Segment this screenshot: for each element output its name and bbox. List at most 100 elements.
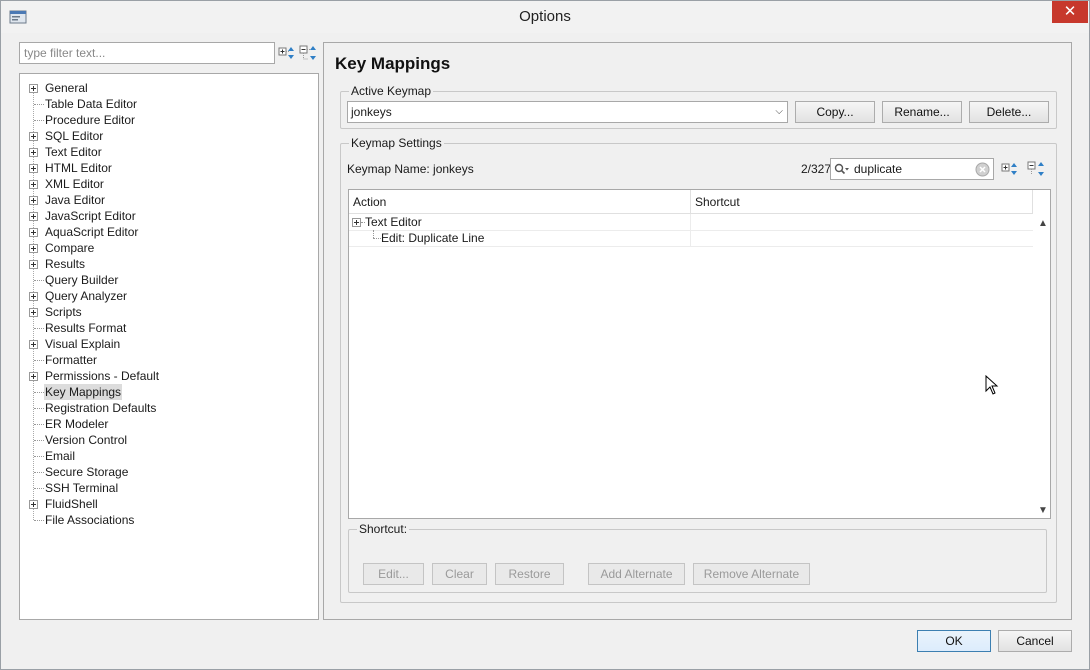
collapse-all-icon[interactable] (1027, 160, 1045, 178)
tree-item-label: Query Builder (45, 273, 119, 287)
tree-connector (34, 488, 44, 489)
tree-item-label: SSH Terminal (45, 481, 119, 495)
shortcut-group: Shortcut: Edit... Clear Restore Add Alte… (348, 522, 1047, 593)
tree-item-label: Formatter (45, 353, 98, 367)
mouse-cursor-icon (985, 375, 999, 395)
tree-item-label: Results Format (45, 321, 127, 335)
tree-item-label: Email (45, 449, 76, 463)
tree-item-label: ER Modeler (45, 417, 109, 431)
chevron-down-icon: ⌵ (775, 106, 783, 117)
window-title: Options (519, 8, 571, 25)
expand-toggle-icon[interactable] (29, 308, 38, 317)
expand-toggle-icon[interactable] (29, 292, 38, 301)
expand-toggle-icon[interactable] (29, 148, 38, 157)
tree-item-label: General (45, 81, 88, 95)
delete-button[interactable]: Delete... (969, 101, 1049, 123)
keymap-settings-legend: Keymap Settings (349, 136, 444, 150)
tree-connector (34, 104, 44, 105)
expand-toggle-icon[interactable] (29, 196, 38, 205)
tree-item-label: XML Editor (45, 177, 104, 191)
ok-button[interactable]: OK (917, 630, 991, 652)
tree-item-label: JavaScript Editor (45, 209, 136, 223)
expand-toggle-icon[interactable] (29, 164, 38, 173)
rename-button[interactable]: Rename... (882, 101, 962, 123)
tree-connector (34, 440, 44, 441)
tree-connector (34, 408, 44, 409)
expand-toggle-icon[interactable] (29, 84, 38, 93)
tree-item-label: AquaScript Editor (45, 225, 139, 239)
tree-item-label: Query Analyzer (45, 289, 128, 303)
remove-alternate-button[interactable]: Remove Alternate (693, 563, 810, 585)
table-row[interactable]: Text Editor (349, 214, 1033, 230)
page-title: Key Mappings (335, 54, 451, 73)
clear-search-icon[interactable] (975, 162, 990, 177)
keymap-search-field[interactable]: duplicate (830, 158, 994, 180)
tree-item-label: Procedure Editor (45, 113, 136, 127)
tree-connector (34, 120, 44, 121)
scroll-up-icon[interactable]: ▲ (1036, 218, 1050, 229)
close-button[interactable]: ✕ (1052, 1, 1088, 23)
expand-toggle-icon[interactable] (29, 500, 38, 509)
active-keymap-group: Active Keymap jonkeys ⌵ Copy... Rename..… (340, 84, 1057, 129)
table-row[interactable]: Edit: Duplicate Line (349, 230, 1033, 246)
expand-toggle-icon[interactable] (29, 180, 38, 189)
tree-item-label: Key Mappings (44, 384, 123, 400)
keymap-search-value: duplicate (854, 162, 903, 176)
tree-connector (34, 280, 44, 281)
tree-connector (34, 328, 44, 329)
keymap-settings-group: Keymap Settings Keymap Name: jonkeys 2/3… (340, 136, 1057, 603)
tree-item-label: Java Editor (45, 193, 106, 207)
tree-connector (34, 360, 44, 361)
options-window: Options ✕ General Table Data Editor Proced… (0, 0, 1090, 670)
expand-toggle-icon[interactable] (29, 372, 38, 381)
key-mappings-table: Action Shortcut Text Editor Edit: Duplic… (348, 189, 1051, 519)
match-count: 2/327 (801, 162, 832, 176)
clear-shortcut-button[interactable]: Clear (432, 563, 487, 585)
tree-item-label: Scripts (45, 305, 82, 319)
tree-connector (34, 424, 44, 425)
edit-shortcut-button[interactable]: Edit... (363, 563, 424, 585)
expand-all-icon[interactable] (1001, 160, 1019, 178)
copy-button[interactable]: Copy... (795, 101, 875, 123)
search-icon[interactable] (834, 163, 850, 176)
collapse-toggle-icon[interactable] (352, 218, 361, 227)
tree-item-label: SQL Editor (45, 129, 104, 143)
action-cell: Text Editor (365, 215, 422, 229)
tree-connector (373, 230, 374, 238)
column-header-action[interactable]: Action (349, 190, 691, 214)
expand-toggle-icon[interactable] (29, 132, 38, 141)
tree-item-label: Visual Explain (45, 337, 121, 351)
tree-connector (34, 456, 44, 457)
tree-item-label: FluidShell (45, 497, 98, 511)
expand-toggle-icon[interactable] (29, 228, 38, 237)
keymap-name-label: Keymap Name: jonkeys (347, 162, 474, 176)
restore-shortcut-button[interactable]: Restore (495, 563, 564, 585)
tree-item-label: Version Control (45, 433, 128, 447)
tree-item-label: Permissions - Default (45, 369, 160, 383)
expand-all-icon[interactable] (278, 44, 296, 62)
row-separator (349, 246, 1033, 247)
column-header-shortcut[interactable]: Shortcut (691, 190, 1033, 214)
expand-toggle-icon[interactable] (29, 340, 38, 349)
expand-toggle-icon[interactable] (29, 244, 38, 253)
expand-toggle-icon[interactable] (29, 212, 38, 221)
add-alternate-button[interactable]: Add Alternate (588, 563, 685, 585)
keymap-select-value: jonkeys (351, 105, 392, 119)
collapse-all-icon[interactable] (299, 44, 317, 62)
tree-item-label: Results (45, 257, 86, 271)
options-tree: General Table Data Editor Procedure Editor… (19, 73, 319, 620)
action-cell: Edit: Duplicate Line (381, 231, 485, 245)
tree-connector (34, 520, 44, 521)
tree-connector (34, 392, 44, 393)
keymap-select[interactable]: jonkeys ⌵ (347, 101, 788, 123)
expand-toggle-icon[interactable] (29, 260, 38, 269)
tree-item-label: Text Editor (45, 145, 102, 159)
filter-input[interactable] (19, 42, 275, 64)
table-scrollbar[interactable]: ▲ ▼ (1036, 214, 1050, 518)
scroll-down-icon[interactable]: ▼ (1036, 505, 1050, 516)
tree-connector (34, 472, 44, 473)
active-keymap-legend: Active Keymap (349, 84, 434, 98)
column-separator (690, 214, 691, 246)
cancel-button[interactable]: Cancel (998, 630, 1072, 652)
tree-connector (373, 238, 381, 239)
